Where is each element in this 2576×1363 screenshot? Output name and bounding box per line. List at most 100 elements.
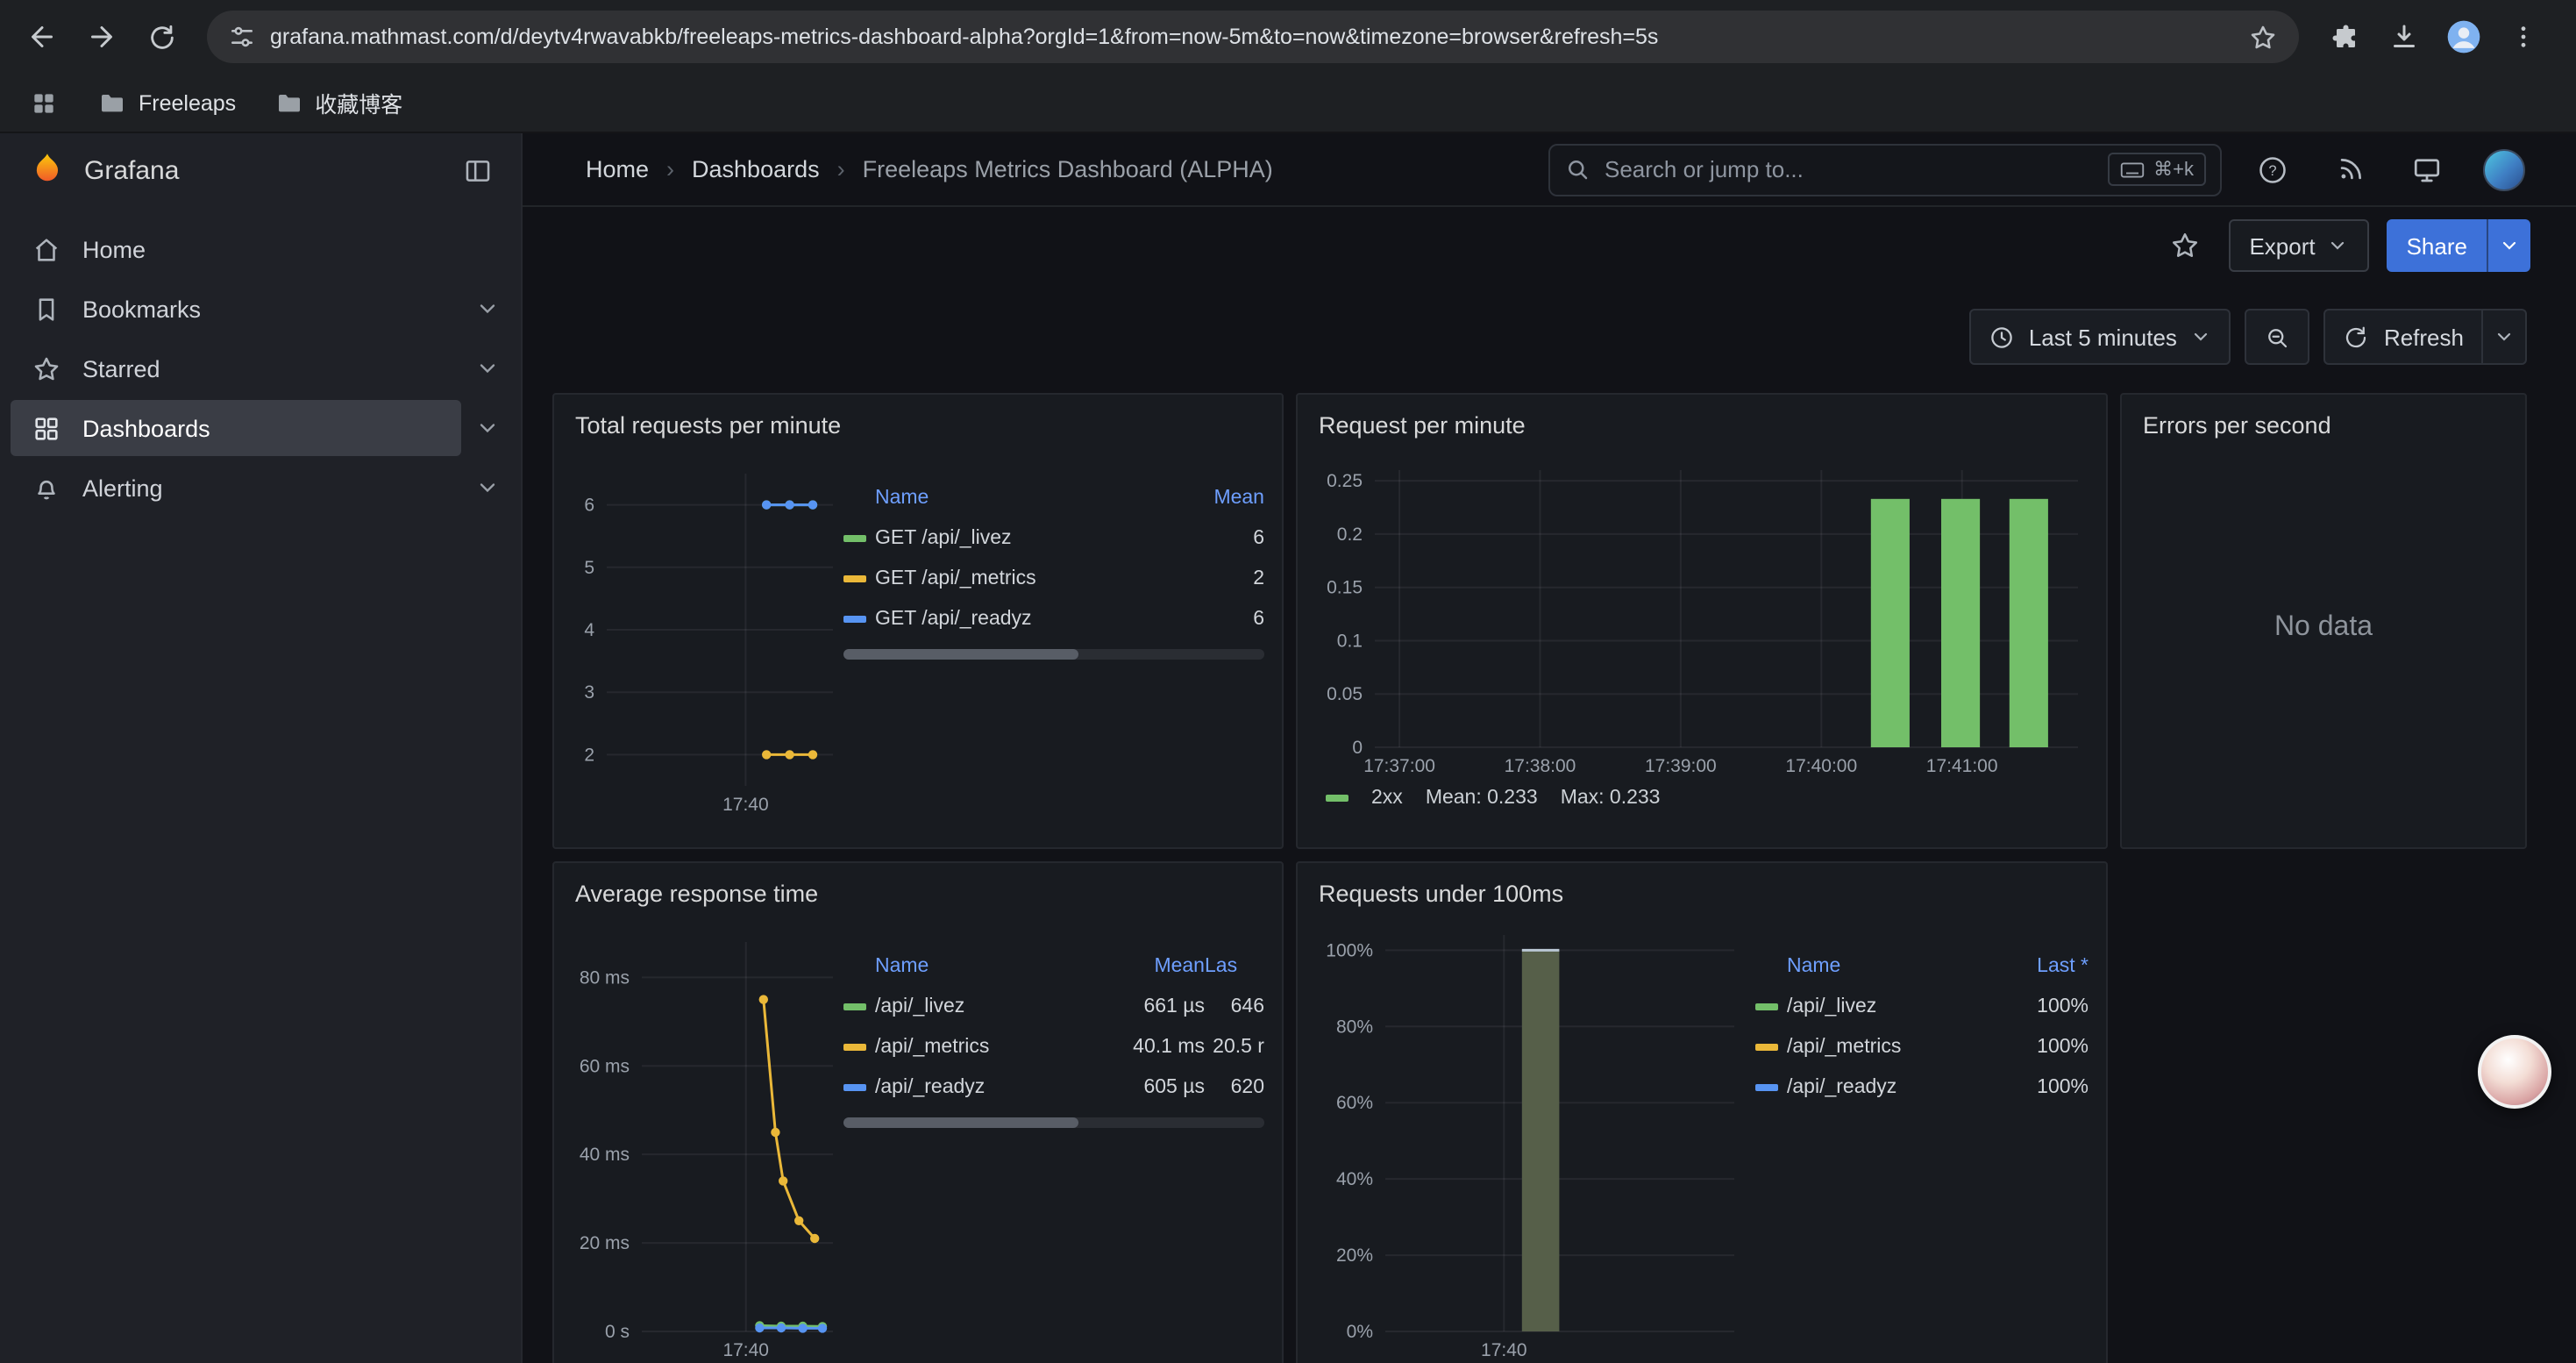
search-shortcut-badge: ⌘+k [2108,153,2206,186]
legend-series-name[interactable]: 2xx [1371,788,1403,809]
side-panel-button[interactable] [21,80,67,125]
legend-header-name[interactable]: Name [1787,946,2004,986]
legend-series-name[interactable]: /api/_readyz [1787,1067,2004,1107]
legend-series-name[interactable]: /api/_livez [1787,986,2004,1026]
legend-series-name[interactable]: /api/_livez [875,986,1103,1026]
refresh-label: Refresh [2384,324,2464,350]
breadcrumb-separator: › [666,156,674,182]
brand-name[interactable]: Grafana [84,155,445,185]
panel-title[interactable]: Requests under 100ms [1315,874,2089,921]
legend-header-mean[interactable]: Mean [1166,477,1264,517]
svg-text:17:40: 17:40 [722,1340,769,1360]
extensions-button[interactable] [2316,9,2373,65]
search-input[interactable] [1605,156,2094,182]
profile-button[interactable] [2436,9,2492,65]
share-button[interactable]: Share [2387,219,2487,272]
display-button[interactable] [2401,143,2453,196]
legend-header-name[interactable]: Name [875,477,1166,517]
export-button[interactable]: Export [2228,219,2369,272]
sidebar-item-starred[interactable]: Starred [0,340,521,396]
legend-scrollbar[interactable] [843,649,1264,660]
series-swatch[interactable] [843,574,866,582]
chevron-down-icon[interactable] [475,475,500,500]
sidebar-item-alerting[interactable]: Alerting [0,460,521,516]
panel-title[interactable]: Total requests per minute [572,405,1264,453]
svg-text:17:40:00: 17:40:00 [1785,756,1857,776]
panel-title[interactable]: Average response time [572,874,1264,921]
bell-icon [32,473,61,503]
chevron-down-icon[interactable] [475,296,500,321]
legend-header-name[interactable]: Name [875,946,1103,986]
chevron-down-icon[interactable] [475,356,500,381]
legend-scrollbar[interactable] [843,1117,1264,1128]
legend-scrollbar-thumb[interactable] [843,1117,1079,1128]
panel-title[interactable]: Request per minute [1315,405,2089,453]
breadcrumb-home[interactable]: Home [586,156,649,182]
series-swatch[interactable] [1755,1003,1778,1010]
legend-header-last[interactable]: Las [1205,946,1264,986]
refresh-interval-button[interactable] [2483,309,2527,365]
requests-under-100ms-chart[interactable]: 17:400%20%40%60%80%100% [1315,921,1745,1363]
svg-text:40%: 40% [1336,1169,1373,1189]
legend-series-name[interactable]: /api/_metrics [875,1026,1103,1067]
svg-text:0 s: 0 s [605,1322,630,1342]
series-swatch[interactable] [843,1043,866,1050]
legend-header-mean[interactable]: Mean [1103,946,1205,986]
bookmark-star-icon[interactable] [2248,22,2278,52]
sidebar-item-dashboards[interactable]: Dashboards [0,400,521,456]
total-requests-chart[interactable]: 17:4023456 [572,453,833,817]
sidebar-item-bookmarks[interactable]: Bookmarks [0,281,521,337]
share-menu-button[interactable] [2487,219,2530,272]
grafana-logo[interactable] [28,151,67,189]
reload-button[interactable] [133,9,189,65]
breadcrumb-dashboards[interactable]: Dashboards [692,156,820,182]
svg-text:17:41:00: 17:41:00 [1926,756,1998,776]
chrome-menu-button[interactable] [2495,9,2551,65]
panel-title[interactable]: Errors per second [2139,405,2508,453]
series-swatch[interactable] [1326,795,1348,802]
series-swatch[interactable] [843,1083,866,1090]
site-info-icon[interactable] [228,23,256,51]
user-menu-button[interactable] [2478,143,2530,196]
zoom-out-button[interactable] [2245,309,2310,365]
refresh-button[interactable]: Refresh [2324,309,2483,365]
grafana-header: Home › Dashboards › Freeleaps Metrics Da… [523,133,2576,207]
sidebar-toggle-icon[interactable] [463,155,493,185]
chevron-down-icon[interactable] [475,416,500,440]
legend-series-mean: 605 µs [1103,1067,1205,1107]
sidebar-item-home[interactable]: Home [0,221,521,277]
bookmark-folder-label: Freeleaps [139,90,236,115]
news-button[interactable] [2323,143,2376,196]
svg-text:4: 4 [584,620,594,640]
help-button[interactable]: ? [2246,143,2299,196]
time-range-picker[interactable]: Last 5 minutes [1969,309,2231,365]
legend-series-name[interactable]: /api/_readyz [875,1067,1103,1107]
request-per-minute-chart[interactable]: 17:37:0017:38:0017:39:0017:40:0017:41:00… [1315,453,2092,779]
series-swatch[interactable] [1755,1083,1778,1090]
legend-scrollbar-thumb[interactable] [843,649,1079,660]
average-response-time-chart[interactable]: 17:400 s20 ms40 ms60 ms80 ms [572,921,833,1363]
url-bar[interactable]: grafana.mathmast.com/d/deytv4rwavabkb/fr… [207,11,2299,63]
legend-series-max: Max: 0.233 [1561,788,1661,809]
series-swatch[interactable] [1755,1043,1778,1050]
url-text[interactable]: grafana.mathmast.com/d/deytv4rwavabkb/fr… [270,25,2234,49]
legend-series-name[interactable]: GET /api/_readyz [875,598,1166,639]
back-button[interactable] [14,9,70,65]
forward-button[interactable] [74,9,130,65]
svg-text:0.05: 0.05 [1327,684,1363,704]
assistant-avatar[interactable] [2478,1035,2551,1109]
no-data-message: No data [2139,453,2508,803]
panel-requests-under-100ms: Requests under 100ms 17:400%20%40%60%80%… [1296,861,2108,1363]
search-box[interactable]: ⌘+k [1548,143,2222,196]
legend-series-name[interactable]: GET /api/_metrics [875,558,1166,598]
legend-series-name[interactable]: /api/_metrics [1787,1026,2004,1067]
downloads-button[interactable] [2376,9,2432,65]
favorite-dashboard-button[interactable] [2158,219,2210,272]
legend-header-last[interactable]: Last * [2004,946,2089,986]
legend-series-name[interactable]: GET /api/_livez [875,517,1166,558]
series-swatch[interactable] [843,1003,866,1010]
series-swatch[interactable] [843,615,866,622]
bookmark-folder-blogs[interactable]: 收藏博客 [267,81,409,125]
bookmark-folder-freeleaps[interactable]: Freeleaps [91,83,243,122]
series-swatch[interactable] [843,534,866,541]
